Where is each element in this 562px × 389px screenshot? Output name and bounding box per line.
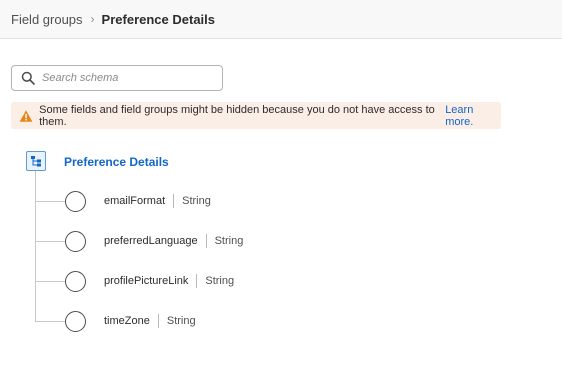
search-input[interactable] (42, 72, 212, 84)
field-row-time-zone: timeZone String (0, 311, 400, 333)
tree-branch (35, 201, 65, 202)
field-divider (196, 274, 198, 288)
search-field[interactable] (11, 65, 223, 91)
field-select-circle[interactable] (65, 311, 86, 332)
page-title: Preference Details (101, 11, 215, 27)
field-select-circle[interactable] (65, 271, 86, 292)
field-type: String (205, 274, 235, 287)
field-type: String (182, 194, 211, 207)
field-divider (173, 194, 175, 208)
field-select-circle[interactable] (65, 231, 86, 252)
field-row-email-format: emailFormat String (0, 191, 400, 213)
field-divider (205, 234, 207, 248)
field-type: String (166, 314, 196, 327)
access-warning-banner: Some fields and field groups might be hi… (11, 102, 501, 129)
field-name[interactable]: preferredLanguage (104, 235, 198, 247)
field-row-preferred-language: preferredLanguage String (0, 231, 400, 253)
breadcrumb-field-groups-link[interactable]: Field groups (11, 12, 83, 27)
warning-message: Some fields and field groups might be hi… (39, 103, 435, 128)
tree-branch (35, 321, 65, 322)
field-name[interactable]: profilePictureLink (104, 275, 188, 287)
schema-tree-icon (26, 151, 46, 171)
tree-root-label[interactable]: Preference Details (64, 155, 169, 169)
learn-more-link[interactable]: Learn more. (445, 104, 501, 128)
tree-branch (35, 281, 65, 282)
breadcrumb: Field groups › Preference Details (0, 0, 562, 39)
breadcrumb-separator: › (90, 12, 95, 26)
field-name[interactable]: timeZone (104, 315, 150, 327)
search-icon (21, 71, 35, 85)
field-name[interactable]: emailFormat (104, 195, 165, 207)
field-type: String (214, 234, 244, 247)
field-row-profile-picture-link: profilePictureLink String (0, 271, 400, 293)
field-divider (157, 314, 159, 328)
tree-branch (35, 241, 65, 242)
warning-icon (19, 109, 33, 122)
field-select-circle[interactable] (65, 191, 86, 212)
